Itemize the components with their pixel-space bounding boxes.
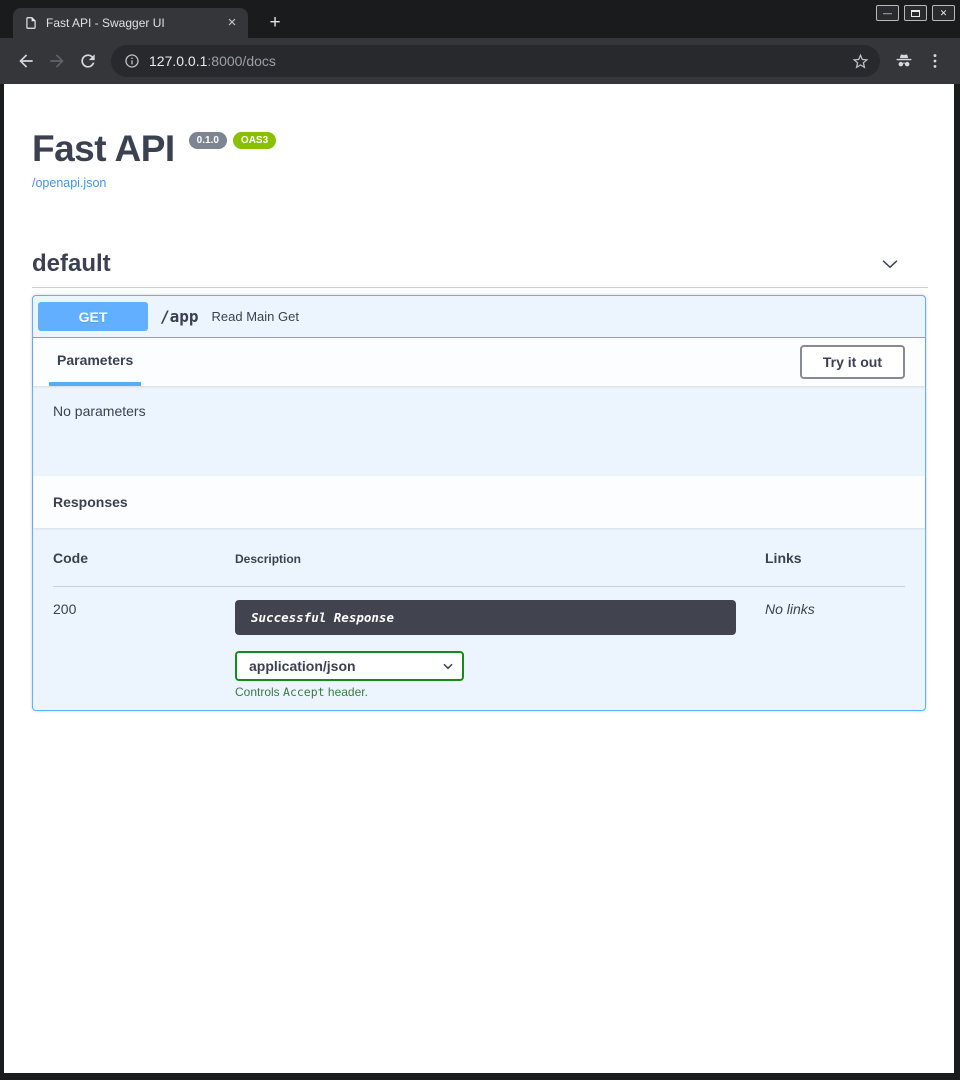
back-arrow-icon: [16, 51, 36, 71]
page-favicon-icon: [24, 16, 38, 30]
api-info: Fast API 0.1.0 OAS3 /openapi.json: [32, 130, 928, 192]
back-button[interactable]: [10, 46, 41, 77]
kebab-menu-icon: [925, 51, 945, 71]
parameters-body: No parameters: [33, 386, 925, 476]
page-content: Fast API 0.1.0 OAS3 /openapi.json defaul…: [4, 84, 954, 1073]
response-row: 200 Successful Response application/json…: [53, 600, 905, 699]
accept-code: Accept: [283, 685, 325, 699]
close-button[interactable]: ✕: [932, 5, 955, 21]
response-description-cell: Successful Response application/json Con…: [235, 600, 765, 699]
operation-summary[interactable]: GET /app Read Main Get: [33, 296, 925, 338]
page-title: Fast API: [32, 130, 175, 167]
accept-header-hint: Controls Accept header.: [235, 685, 765, 699]
parameters-header: Parameters Try it out: [33, 338, 925, 386]
incognito-avatar-button[interactable]: [888, 46, 919, 77]
bookmark-button[interactable]: [850, 51, 870, 71]
browser-tab[interactable]: Fast API - Swagger UI ×: [13, 8, 248, 38]
minimize-button[interactable]: —: [876, 5, 899, 21]
media-type-select[interactable]: application/json: [235, 651, 464, 681]
tab-title: Fast API - Swagger UI: [46, 16, 216, 30]
responses-header: Responses: [33, 476, 925, 528]
method-get-button[interactable]: GET: [38, 302, 148, 331]
table-divider: [53, 586, 905, 587]
tag-section-header[interactable]: default: [32, 250, 928, 288]
tag-section-title: default: [32, 250, 111, 278]
column-header-links: Links: [765, 550, 905, 566]
maximize-icon: [911, 10, 920, 17]
tab-parameters[interactable]: Parameters: [49, 338, 141, 386]
browser-toolbar: 127.0.0.1:8000/docs: [0, 38, 960, 84]
response-links: No links: [765, 600, 905, 617]
bookmark-star-icon: [851, 52, 870, 71]
address-bar[interactable]: 127.0.0.1:8000/docs: [111, 45, 880, 77]
openapi-spec-link[interactable]: /openapi.json: [32, 176, 106, 190]
responses-heading: Responses: [53, 494, 128, 510]
responses-body: Code Description Links 200 Successful Re…: [33, 528, 925, 710]
url-host: 127.0.0.1: [149, 53, 207, 69]
new-tab-button[interactable]: +: [264, 13, 286, 35]
oas3-badge: OAS3: [233, 132, 276, 149]
no-parameters-message: No parameters: [53, 403, 146, 419]
section-collapse-button[interactable]: [878, 252, 902, 276]
tab-close-icon[interactable]: ×: [224, 15, 240, 31]
forward-button[interactable]: [41, 46, 72, 77]
browser-menu-button[interactable]: [919, 46, 950, 77]
reload-icon: [78, 51, 98, 71]
operation-block: GET /app Read Main Get Parameters Try it…: [32, 295, 926, 711]
response-code: 200: [53, 600, 235, 617]
column-header-description: Description: [235, 550, 765, 566]
column-header-code: Code: [53, 550, 235, 566]
tab-strip: Fast API - Swagger UI × + — ✕: [0, 0, 960, 38]
reload-button[interactable]: [72, 46, 103, 77]
window-controls: — ✕: [876, 5, 955, 21]
version-badge: 0.1.0: [189, 132, 227, 149]
url-path: :8000/docs: [207, 53, 276, 69]
operation-path: /app: [160, 307, 199, 326]
forward-arrow-icon: [47, 51, 67, 71]
url-text[interactable]: 127.0.0.1:8000/docs: [149, 53, 841, 69]
incognito-icon: [894, 51, 914, 71]
try-it-out-button[interactable]: Try it out: [800, 345, 905, 379]
response-description-box: Successful Response: [235, 600, 736, 635]
media-type-control: application/json: [235, 651, 464, 681]
chevron-down-icon: [879, 253, 901, 275]
site-info-icon[interactable]: [124, 53, 140, 69]
maximize-button[interactable]: [904, 5, 927, 21]
operation-description: Read Main Get: [212, 309, 299, 324]
responses-table-header: Code Description Links: [53, 550, 905, 566]
